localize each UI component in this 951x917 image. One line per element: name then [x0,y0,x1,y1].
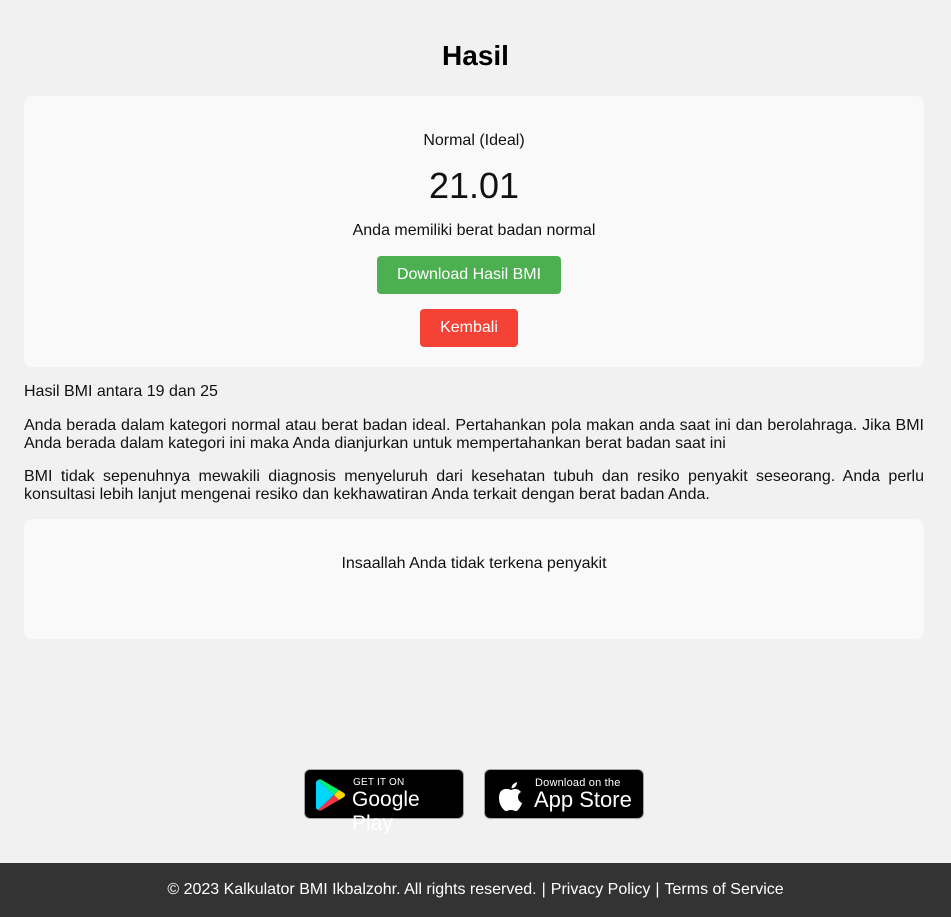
apple-icon [495,778,527,812]
app-store-big-text: App Store [534,787,632,812]
disease-card: Insaallah Anda tidak terkena penyakit [24,519,924,639]
app-store-badge[interactable]: Download on the App Store [484,769,644,819]
footer: © 2023 Kalkulator BMI Ikbalzohr. All rig… [0,863,951,917]
bmi-disclaimer-text: BMI tidak sepenuhnya mewakili diagnosis … [24,468,924,503]
terms-of-service-link[interactable]: Terms of Service [665,881,784,899]
google-play-small-text: GET IT ON [353,777,405,788]
google-play-icon [315,778,347,812]
download-result-button[interactable]: Download Hasil BMI [377,256,561,294]
back-button[interactable]: Kembali [420,309,518,347]
copyright-text: © 2023 Kalkulator BMI Ikbalzohr. All rig… [167,881,537,898]
bmi-range-text: Hasil BMI antara 19 dan 25 [24,383,218,400]
privacy-policy-link[interactable]: Privacy Policy [551,881,651,899]
footer-separator: | [655,881,660,898]
bmi-score: 21.01 [428,165,520,206]
page-title: Hasil [442,40,509,71]
google-play-big-text: Google Play [352,788,420,835]
bmi-advice-text: Anda berada dalam kategori normal atau b… [24,417,924,452]
disease-text: Insaallah Anda tidak terkena penyakit [341,555,607,572]
google-play-badge[interactable]: GET IT ON Google Play [304,769,464,835]
bmi-message: Anda memiliki berat badan normal [352,222,596,239]
footer-separator: | [541,881,546,898]
bmi-category: Normal (Ideal) [423,132,525,149]
result-card: Normal (Ideal) 21.01 Anda memiliki berat… [24,96,924,367]
